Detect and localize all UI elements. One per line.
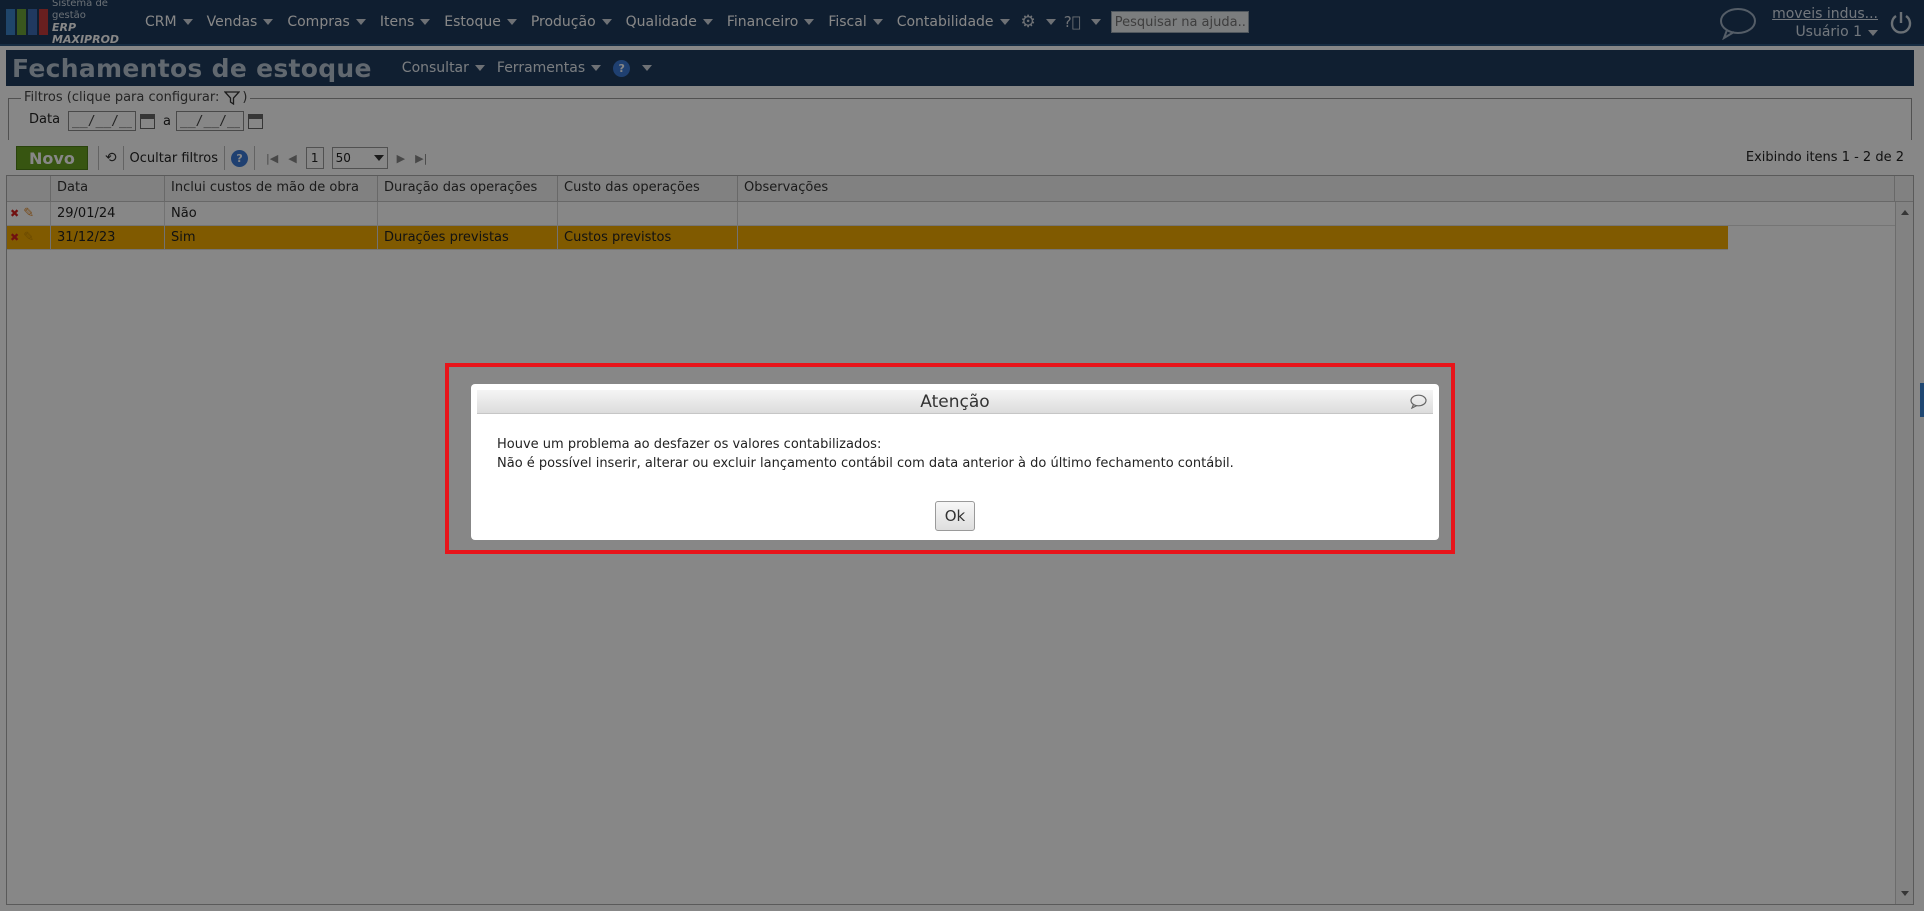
dialog-title: Atenção — [920, 392, 990, 412]
dialog-message-line1: Houve um problema ao desfazer os valores… — [497, 437, 882, 452]
dialog-title-bar: Atenção — [477, 390, 1433, 414]
alert-dialog: Atenção Houve um problema ao desfazer os… — [471, 384, 1439, 540]
dialog-message: Houve um problema ao desfazer os valores… — [497, 435, 1419, 473]
dialog-message-line2: Não é possível inserir, alterar ou exclu… — [497, 456, 1234, 471]
comment-icon[interactable] — [1409, 394, 1427, 409]
ok-button[interactable]: Ok — [935, 501, 975, 531]
